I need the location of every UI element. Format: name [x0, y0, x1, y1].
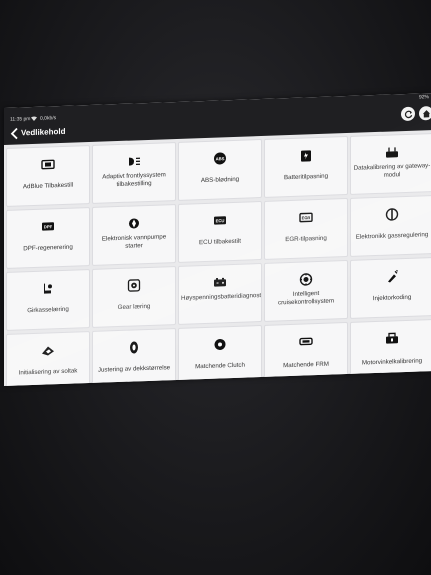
- tile-sunroof-initialization[interactable]: Initialisering av soltak: [6, 330, 90, 386]
- tablet-screen: 11:35 pm 0,0kb/s 92% Vedlikehold AdBlue …: [4, 93, 431, 386]
- refresh-icon[interactable]: [401, 106, 415, 122]
- tile-label: Injektorkoding: [372, 293, 412, 303]
- tile-tire-size[interactable]: Justering av dekkstørrelse: [92, 327, 176, 386]
- tile-egr-adaptation[interactable]: EGR EGR-tilpasning: [264, 197, 348, 260]
- hv-battery-icon: [213, 275, 227, 289]
- status-battery: 92%: [418, 94, 429, 101]
- status-time: 11:35 pm: [10, 116, 31, 123]
- throttle-icon: [385, 207, 399, 221]
- battery-icon: [299, 148, 313, 162]
- tile-gearbox-learning[interactable]: Girkasselæring: [6, 268, 90, 331]
- tile-label: Initialisering av soltak: [18, 367, 78, 377]
- abs-icon: ABS: [213, 151, 227, 165]
- tile-label: Girkasselæring: [27, 305, 69, 315]
- tile-label: ECU tilbakestilt: [199, 237, 241, 247]
- cruise-control-icon: [299, 272, 313, 286]
- gearbox-icon: [41, 281, 55, 295]
- tile-label: Elektronisk vannpumpe starter: [101, 233, 167, 250]
- egr-icon: EGR: [299, 210, 313, 224]
- tile-abs-bleeding[interactable]: ABS ABS-blødning: [178, 138, 262, 201]
- home-icon[interactable]: [419, 106, 431, 121]
- tile-label: Motorvinkelkalibrering: [361, 357, 423, 367]
- chevron-left-icon[interactable]: [10, 126, 20, 140]
- tile-label: Gear læring: [117, 302, 151, 312]
- page-title: Vedlikehold: [21, 126, 66, 138]
- tile-label: Adaptivt frontlyssystem tilbakestilling: [102, 171, 166, 188]
- headlight-icon: [127, 154, 141, 168]
- wifi-icon: [31, 116, 37, 123]
- function-grid: AdBlue Tilbakestill Adaptivt frontlyssys…: [6, 132, 431, 386]
- tile-label: EGR-tilpasning: [285, 234, 327, 244]
- svg-text:DPF: DPF: [44, 224, 53, 229]
- gear-learning-icon: [127, 278, 141, 292]
- frm-icon: [299, 334, 313, 348]
- tile-injector-coding[interactable]: Injektorkoding: [350, 256, 431, 319]
- tile-label: Batteritilpasning: [283, 172, 329, 182]
- tile-hv-battery-diagnostics[interactable]: Høyspenningsbatteridiagnostikk: [178, 262, 262, 325]
- ecu-icon: ECU: [213, 213, 227, 227]
- tile-label: DPF-regenerering: [23, 243, 73, 253]
- tile-water-pump[interactable]: Elektronisk vannpumpe starter: [92, 203, 176, 266]
- tile-throttle-control[interactable]: Elektronikk gassregulering: [350, 194, 431, 257]
- tile-adaptive-headlight[interactable]: Adaptivt frontlyssystem tilbakestilling: [92, 141, 176, 204]
- engine-angle-icon: [385, 331, 399, 345]
- tile-label: Matchende Clutch: [195, 361, 245, 371]
- status-speed: 0,0kb/s: [40, 115, 57, 122]
- tile-label: ABS-blødning: [200, 175, 240, 185]
- tile-label: Datakalibrering av gateway-modul: [353, 162, 431, 179]
- tile-dpf-regeneration[interactable]: DPF DPF-regenerering: [6, 206, 90, 269]
- injector-icon: [385, 269, 399, 283]
- adblue-icon: [41, 157, 55, 171]
- tile-label: Elektronikk gassregulering: [355, 231, 429, 241]
- tile-ecu-reset[interactable]: ECU ECU tilbakestilt: [178, 200, 262, 263]
- tile-label: Høyspenningsbatteridiagnostikk: [181, 291, 262, 302]
- water-pump-icon: [127, 216, 141, 230]
- tile-adblue-reset[interactable]: AdBlue Tilbakestill: [6, 144, 90, 207]
- tile-label: Intelligent cruisekontrollsystem: [277, 289, 335, 306]
- dpf-icon: DPF: [41, 219, 55, 233]
- tire-icon: [127, 340, 141, 354]
- svg-text:ECU: ECU: [216, 218, 225, 223]
- tile-gear-learning[interactable]: Gear læring: [92, 265, 176, 328]
- gateway-icon: [385, 145, 399, 159]
- tile-cruise-control[interactable]: Intelligent cruisekontrollsystem: [264, 259, 348, 322]
- tile-matching-clutch[interactable]: Matchende Clutch: [178, 324, 262, 386]
- clutch-icon: [213, 337, 227, 351]
- tile-battery-adaptation[interactable]: Batteritilpasning: [264, 135, 348, 198]
- tile-label: Justering av dekkstørrelse: [97, 364, 171, 374]
- tile-label: Matchende FRM: [283, 360, 329, 370]
- tile-label: AdBlue Tilbakestill: [22, 181, 74, 191]
- svg-text:ABS: ABS: [216, 156, 225, 161]
- sunroof-icon: [41, 343, 55, 357]
- svg-text:EGR: EGR: [302, 215, 311, 220]
- tile-gateway-calibration[interactable]: Datakalibrering av gateway-modul: [350, 132, 431, 195]
